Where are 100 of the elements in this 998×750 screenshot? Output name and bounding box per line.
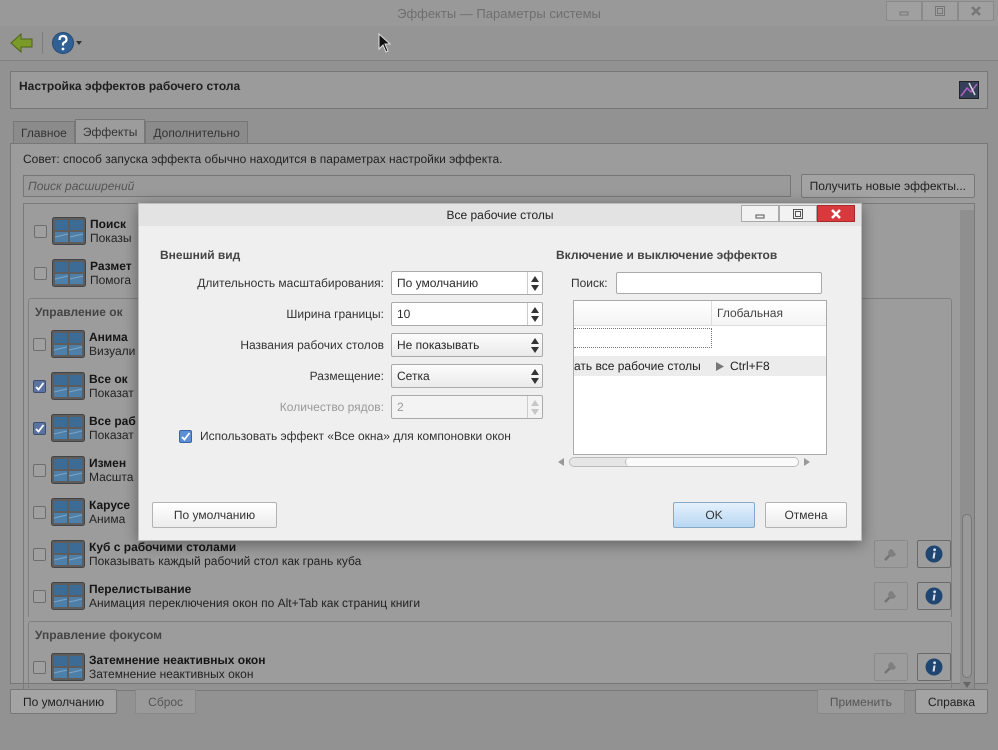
effect-description: Показат: [89, 428, 134, 442]
info-button[interactable]: [917, 582, 951, 610]
effect-title: Поиск: [90, 217, 126, 231]
effect-description: Показы: [90, 231, 132, 245]
field-label: Количество рядов:: [278, 400, 384, 414]
get-new-effects-button[interactable]: Получить новые эффекты...: [800, 174, 975, 198]
window-grid-icon: [51, 540, 85, 568]
effect-title: Все раб: [89, 414, 136, 428]
down-arrow-icon[interactable]: [531, 316, 539, 322]
minimize-button[interactable]: [741, 205, 779, 222]
desktop-effects-icon: [959, 81, 979, 99]
info-button[interactable]: [917, 540, 951, 568]
checkbox[interactable]: [33, 590, 46, 602]
info-icon: [925, 587, 943, 605]
search-field[interactable]: Поиск расширений: [23, 175, 791, 197]
effect-title: Карусе: [89, 498, 130, 512]
tab[interactable]: Главное: [13, 121, 75, 143]
down-arrow-icon[interactable]: [531, 284, 539, 290]
field-label: Названия рабочих столов: [239, 338, 384, 352]
spin-box[interactable]: По умолчанию: [391, 271, 543, 295]
checkbox[interactable]: [33, 338, 46, 350]
checkbox[interactable]: [179, 430, 192, 442]
up-arrow-icon[interactable]: [531, 276, 539, 282]
dialog-title: Все рабочие столы: [446, 208, 554, 222]
effect-title: Затемнение неактивных окон: [89, 653, 266, 667]
checkbox[interactable]: [33, 660, 46, 674]
tip-text: Совет: способ запуска эффекта обычно находится в параметрах настройки эффекта.: [23, 152, 504, 166]
section-heading: Внешний вид: [160, 248, 242, 262]
info-icon: [925, 545, 943, 563]
dialog-button[interactable]: По умолчанию: [152, 502, 277, 528]
up-arrow-icon: [531, 338, 539, 344]
effect-title: Размет: [90, 259, 132, 273]
effect-title: Измен: [89, 456, 126, 470]
effect-description: Масшта: [89, 470, 134, 484]
effect-title: Анима: [89, 330, 128, 344]
close-icon: [830, 208, 842, 218]
window-grid-icon: [51, 372, 85, 400]
window-grid-icon: [51, 653, 85, 681]
effect-title: Перелистывание: [89, 582, 192, 596]
checkbox[interactable]: [33, 548, 46, 560]
scroll-down-arrow-icon[interactable]: [963, 682, 971, 688]
effect-description: Показывать каждый рабочий стол как грань куба: [89, 554, 362, 568]
maximize-icon: [934, 6, 946, 16]
up-arrow-icon[interactable]: [531, 306, 539, 312]
checkbox[interactable]: [33, 422, 46, 434]
section-heading: Включение и выключение эффектов: [556, 248, 778, 262]
effect-description: Помога: [90, 273, 132, 287]
group-header: Управление фокусом: [34, 627, 164, 644]
cursor-icon: [378, 33, 392, 53]
scroll-left-arrow-icon[interactable]: [558, 458, 564, 466]
down-arrow-icon: [531, 378, 539, 384]
up-arrow-icon: [531, 368, 539, 374]
dropdown[interactable]: Сетка: [391, 364, 543, 388]
search-field[interactable]: [616, 272, 822, 294]
field-label: Ширина границы:: [285, 307, 384, 321]
window-grid-icon: [51, 330, 85, 358]
field-label: Длительность масштабирования:: [196, 276, 384, 290]
effect-description: Анима: [89, 512, 126, 526]
window-grid-icon: [51, 498, 85, 526]
dropdown[interactable]: Не показывать: [391, 333, 543, 357]
horizontal-scrollbar[interactable]: [558, 457, 810, 467]
info-icon: [925, 658, 943, 676]
effect-description: Анимация переключения окон по Alt+Tab как страниц книги: [89, 596, 420, 610]
vertical-scrollbar[interactable]: [960, 210, 974, 690]
table-cell: ать все рабочие столы: [574, 359, 701, 373]
field-label: Размещение:: [308, 369, 384, 383]
effect-title: Куб с рабочими столами: [89, 540, 236, 554]
dialog-button[interactable]: По умолчанию: [10, 689, 118, 714]
info-button[interactable]: [917, 653, 951, 681]
header-title: Настройка эффектов рабочего стола: [19, 79, 240, 93]
checkbox[interactable]: [33, 380, 46, 392]
checkbox[interactable]: [33, 506, 46, 518]
window-grid-icon: [52, 259, 86, 287]
spin-box[interactable]: 10: [391, 302, 543, 326]
checkbox[interactable]: [34, 266, 47, 280]
maximize-button[interactable]: [779, 205, 817, 222]
help-button[interactable]: [51, 31, 85, 55]
tab[interactable]: Эффекты: [74, 119, 146, 143]
tab[interactable]: Дополнительно: [145, 121, 248, 143]
window-grid-icon: [51, 582, 85, 610]
table-row[interactable]: ать все рабочие столы Ctrl+F8: [574, 356, 826, 376]
window-grid-icon: [51, 456, 85, 484]
effect-title: Все ок: [89, 372, 128, 386]
effect-description: Показат: [89, 386, 134, 400]
scrollbar-thumb[interactable]: [962, 514, 972, 678]
scroll-right-arrow-icon[interactable]: [804, 458, 810, 466]
close-button[interactable]: [817, 205, 855, 222]
checkbox[interactable]: [34, 224, 47, 238]
down-arrow-icon: [531, 346, 539, 352]
maximize-icon: [792, 208, 804, 218]
window-grid-icon: [52, 217, 86, 245]
window-grid-icon: [51, 414, 85, 442]
checkbox-label: Использовать эффект «Все окна» для компоновки окон: [200, 429, 511, 443]
dialog-button[interactable]: Отмена: [765, 502, 847, 528]
dialog-button[interactable]: OK: [673, 502, 755, 528]
checkbox[interactable]: [33, 464, 46, 476]
dialog-button[interactable]: Справка: [914, 689, 988, 714]
back-button[interactable]: [10, 32, 34, 54]
effect-description: Визуали: [89, 344, 136, 358]
column-header: Глобальная: [716, 306, 783, 320]
